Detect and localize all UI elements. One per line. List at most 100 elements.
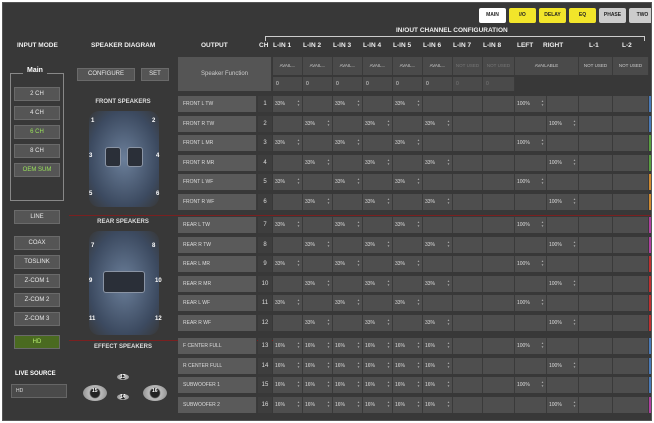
mix-cell[interactable]: 33% ▲ ▼ [423,236,453,253]
stepper-arrows-icon[interactable]: ▲ ▼ [357,380,360,388]
mix-cell[interactable]: 33% ▲ ▼ [303,154,333,171]
mix-cell[interactable] [579,174,613,190]
mix-cell[interactable] [515,357,547,374]
mix-cell[interactable]: 16% ▲ ▼ [333,338,363,354]
mix-cell[interactable] [363,295,393,311]
stepper-arrows-icon[interactable]: ▲ ▼ [417,361,420,369]
mix-cell[interactable] [363,96,393,112]
mix-cell[interactable] [547,135,579,151]
stepper-arrows-icon[interactable]: ▲ ▼ [573,119,576,127]
mix-cell[interactable]: 33% ▲ ▼ [333,135,363,151]
mix-cell[interactable] [273,193,303,210]
mix-cell[interactable]: 16% ▲ ▼ [303,377,333,393]
mix-cell[interactable]: 33% ▲ ▼ [393,256,423,272]
mix-cell[interactable] [483,377,515,393]
mix-cell[interactable] [579,256,613,272]
mix-cell[interactable] [613,377,649,393]
stepper-arrows-icon[interactable]: ▲ ▼ [327,119,330,127]
stepper-arrows-icon[interactable]: ▲ ▼ [417,380,420,388]
rear-speaker-8[interactable]: 8 [152,243,155,249]
stepper-arrows-icon[interactable]: ▲ ▼ [297,298,300,306]
mix-cell[interactable] [453,115,483,132]
stepper-arrows-icon[interactable]: ▲ ▼ [541,220,544,228]
mix-cell[interactable]: 33% ▲ ▼ [363,115,393,132]
stepper-arrows-icon[interactable]: ▲ ▼ [387,119,390,127]
mix-cell[interactable] [423,174,453,190]
mix-cell[interactable] [579,295,613,311]
stepper-arrows-icon[interactable]: ▲ ▼ [387,361,390,369]
mix-cell[interactable]: 16% ▲ ▼ [363,357,393,374]
mix-cell[interactable] [333,115,363,132]
stepper-arrows-icon[interactable]: ▲ ▼ [327,318,330,326]
stepper-arrows-icon[interactable]: ▲ ▼ [447,318,450,326]
mix-cell[interactable] [333,314,363,331]
stepper-arrows-icon[interactable]: ▲ ▼ [387,380,390,388]
mix-cell[interactable] [483,174,515,190]
mix-cell[interactable] [483,295,515,311]
mix-cell[interactable]: 100% ▲ ▼ [515,217,547,233]
mix-cell[interactable] [547,338,579,354]
mix-cell[interactable] [613,154,649,171]
stepper-arrows-icon[interactable]: ▲ ▼ [297,99,300,107]
rear-speaker-10[interactable]: 10 [155,278,162,284]
mix-cell[interactable] [613,275,649,292]
zero-cell-3[interactable]: 0 [363,77,393,91]
avail-cell-2[interactable]: AVAIL... [333,57,363,75]
mix-cell[interactable] [453,338,483,354]
mix-cell[interactable] [423,256,453,272]
stepper-arrows-icon[interactable]: ▲ ▼ [541,380,544,388]
digital-input-0[interactable]: COAX [14,236,60,250]
output-name[interactable]: FRONT R TW [178,115,257,132]
mix-cell[interactable] [303,174,333,190]
mix-cell[interactable] [483,357,515,374]
mix-cell[interactable] [303,135,333,151]
mix-cell[interactable] [515,236,547,253]
stepper-arrows-icon[interactable]: ▲ ▼ [417,99,420,107]
mix-cell[interactable] [613,314,649,331]
top-button-1[interactable]: I/O [509,8,536,23]
mix-cell[interactable] [453,217,483,233]
zero-cell-2[interactable]: 0 [333,77,363,91]
mix-cell[interactable] [303,256,333,272]
stepper-arrows-icon[interactable]: ▲ ▼ [297,400,300,408]
digital-input-2[interactable]: Z-COM 1 [14,274,60,288]
mix-cell[interactable]: 100% ▲ ▼ [515,295,547,311]
stepper-arrows-icon[interactable]: ▲ ▼ [297,380,300,388]
mix-cell[interactable] [483,236,515,253]
mix-cell[interactable] [453,377,483,393]
mix-cell[interactable]: 33% ▲ ▼ [363,275,393,292]
front-speaker-1[interactable]: 1 [91,118,94,124]
mix-cell[interactable] [613,256,649,272]
mix-cell[interactable] [579,377,613,393]
output-name[interactable]: REAR R TW [178,236,257,253]
front-speaker-4[interactable]: 4 [156,153,159,159]
mix-cell[interactable]: 16% ▲ ▼ [273,357,303,374]
mix-cell[interactable] [453,96,483,112]
mix-cell[interactable]: 33% ▲ ▼ [333,174,363,190]
stepper-arrows-icon[interactable]: ▲ ▼ [573,279,576,287]
mix-cell[interactable] [483,193,515,210]
mix-cell[interactable]: 16% ▲ ▼ [303,396,333,413]
mix-cell[interactable]: 33% ▲ ▼ [423,275,453,292]
mix-cell[interactable]: 16% ▲ ▼ [273,338,303,354]
zero-cell-5[interactable]: 0 [423,77,453,91]
output-name[interactable]: R CENTER FULL [178,357,257,374]
output-name[interactable]: FRONT L MR [178,135,257,151]
top-button-2[interactable]: DELAY [539,8,566,23]
mix-cell[interactable]: 33% ▲ ▼ [303,236,333,253]
mix-cell[interactable]: 100% ▲ ▼ [515,338,547,354]
mix-cell[interactable] [453,154,483,171]
mix-cell[interactable]: 16% ▲ ▼ [393,377,423,393]
mix-cell[interactable] [453,295,483,311]
output-name[interactable]: FRONT L TW [178,96,257,112]
avail-cell-6[interactable]: NOT USED [453,57,483,75]
mix-cell[interactable] [393,193,423,210]
stepper-arrows-icon[interactable]: ▲ ▼ [447,119,450,127]
mix-cell[interactable]: 100% ▲ ▼ [547,236,579,253]
stepper-arrows-icon[interactable]: ▲ ▼ [541,138,544,146]
stepper-arrows-icon[interactable]: ▲ ▼ [447,197,450,205]
effect-speaker-15[interactable]: 15 [92,388,98,394]
mix-cell[interactable]: 16% ▲ ▼ [303,338,333,354]
mix-cell[interactable]: 100% ▲ ▼ [547,357,579,374]
mix-cell[interactable]: 33% ▲ ▼ [333,96,363,112]
